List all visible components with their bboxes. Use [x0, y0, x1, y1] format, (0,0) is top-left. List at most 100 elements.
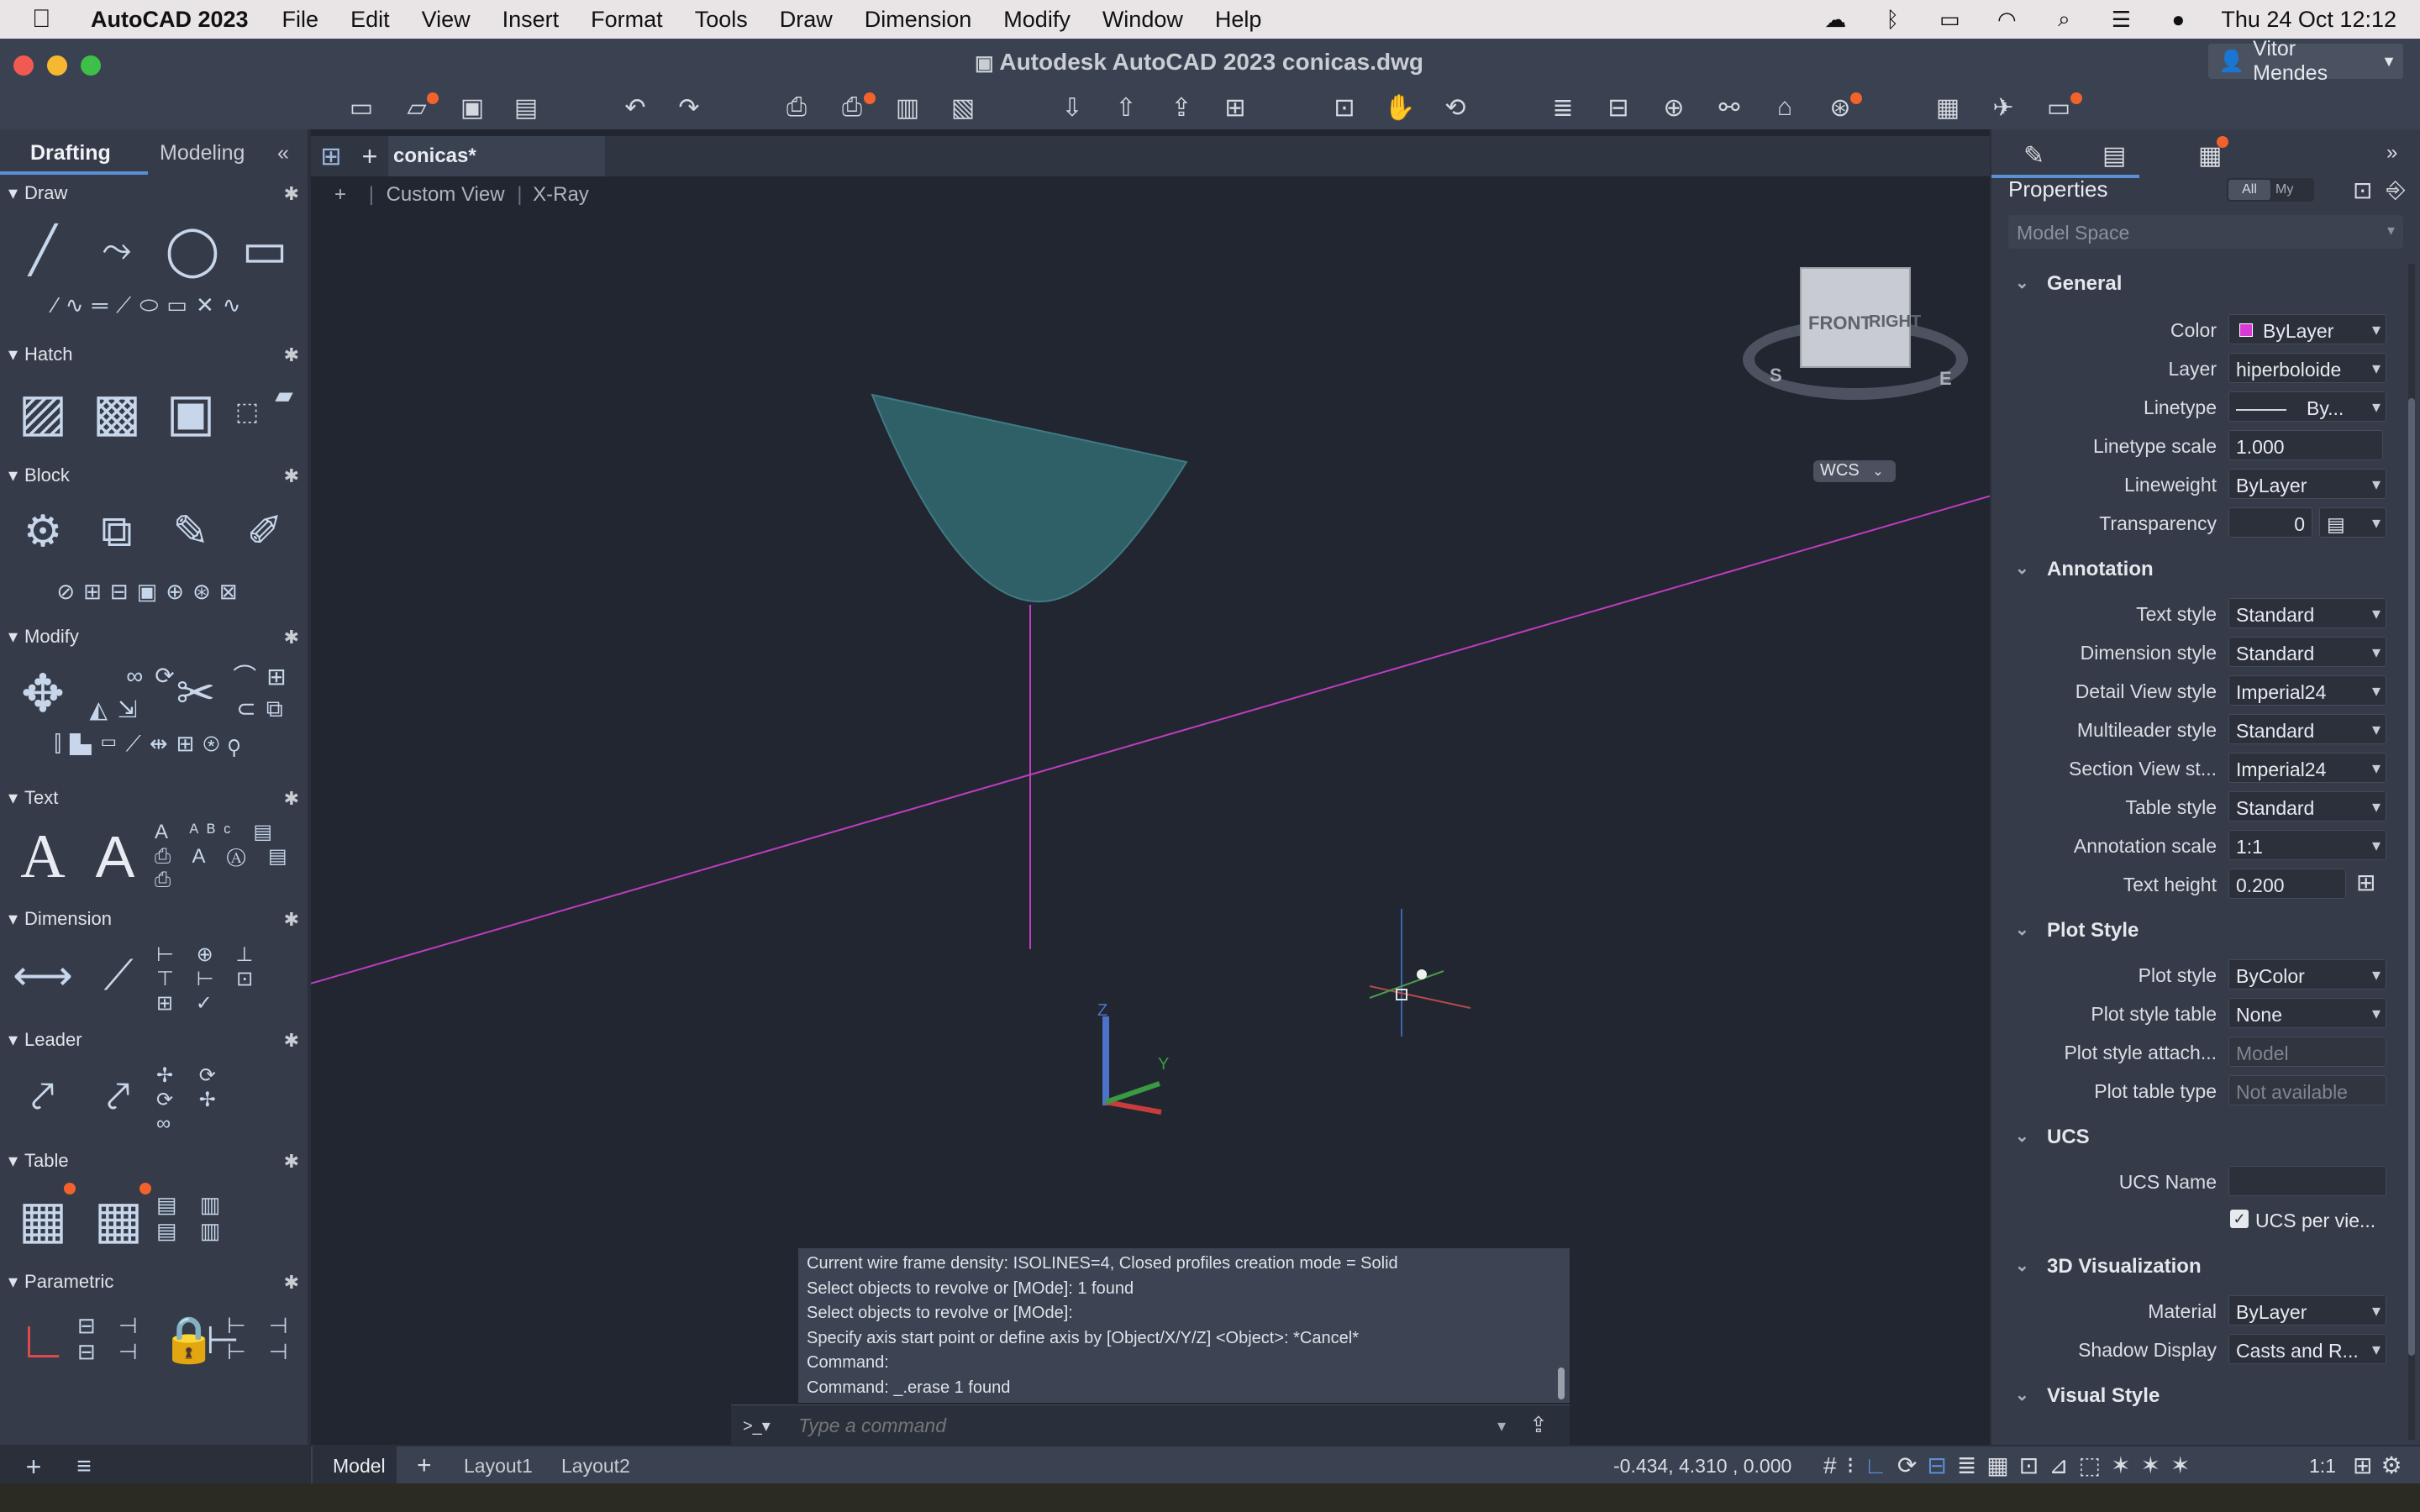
triangle-down-icon[interactable]: ▾	[8, 1150, 18, 1172]
palette-menu-icon[interactable]: ≡	[67, 1450, 101, 1483]
transparency-input[interactable]: 0	[2228, 507, 2312, 538]
geometric-constraint-icon[interactable]: ∟	[12, 1309, 74, 1371]
save-as-icon[interactable]: ▤	[508, 91, 544, 124]
undo-icon[interactable]: ↶	[617, 91, 654, 124]
text-style-icon[interactable]: A	[84, 823, 146, 890]
move-icon[interactable]: ✥	[12, 662, 74, 724]
gear-icon[interactable]: ✱	[284, 1030, 299, 1052]
triangle-down-icon[interactable]: ▾	[8, 908, 18, 930]
mirror-stretch-icons[interactable]: ◭⇲	[81, 692, 156, 726]
table-tools-grid[interactable]: ▤ ▥ ▤ ▥	[156, 1184, 232, 1252]
chevron-down-icon[interactable]: ⌄	[2015, 1255, 2029, 1276]
annotation-scale-display[interactable]: 1:1	[2309, 1455, 2336, 1478]
window-zoom-button[interactable]	[81, 55, 101, 76]
menu-draw[interactable]: Draw	[780, 7, 833, 33]
command-history-scrollbar[interactable]	[1558, 1368, 1565, 1399]
dimension-style-select[interactable]: Standard	[2228, 637, 2386, 667]
triangle-down-icon[interactable]: ▾	[8, 626, 18, 648]
command-input[interactable]	[797, 1410, 1469, 1441]
wcs-menu[interactable]: WCS ⌄	[1813, 460, 1896, 482]
menu-view[interactable]: View	[422, 7, 471, 33]
create-block-icon[interactable]: ⚙	[13, 502, 72, 561]
layout-tab-layout2[interactable]: Layout2	[561, 1455, 630, 1478]
multileader-icon[interactable]: ⤤	[12, 1067, 74, 1126]
zoom-window-icon[interactable]: ⊡	[1326, 91, 1363, 124]
expand-icon[interactable]: »	[2386, 141, 2397, 165]
match-properties-icon[interactable]: ⊟	[1600, 91, 1637, 124]
quick-dimension-icon[interactable]: ⟋	[87, 946, 150, 1005]
linetype-scale-input[interactable]: 1.000	[2228, 430, 2383, 460]
dimension-icon[interactable]: ⟷	[12, 946, 74, 1005]
triangle-down-icon[interactable]: ▾	[8, 1029, 18, 1051]
status-toggles[interactable]: #⁝∟⟳⊟≣▦⊡⊿⬚✶✶✶	[1823, 1452, 2201, 1479]
battery-icon[interactable]: ▭	[1935, 7, 1964, 32]
triangle-down-icon[interactable]: ▾	[8, 465, 18, 486]
text-height-input[interactable]: 0.200	[2228, 869, 2346, 899]
select-objects-icon[interactable]: ⎆	[2386, 176, 2405, 204]
detail-view-style-select[interactable]: Imperial24	[2228, 675, 2386, 706]
purge-icon[interactable]: ⌂	[1766, 91, 1803, 124]
apple-icon[interactable]: 	[32, 5, 66, 34]
chevron-down-icon[interactable]: ⌄	[2015, 272, 2029, 293]
new-file-icon[interactable]: ▭	[343, 91, 380, 124]
offset-array-icons[interactable]: ⊂⧉	[227, 692, 302, 726]
block-small-tools-row[interactable]: ⊘⊞⊟▣⊕⊛⊠	[8, 575, 294, 608]
section-view-style-select[interactable]: Imperial24	[2228, 753, 2386, 783]
hatch-icon[interactable]: ▨	[13, 381, 72, 442]
web-mobile-icon[interactable]: ⊞	[1217, 91, 1254, 124]
tab-modeling[interactable]: Modeling	[160, 141, 245, 165]
table-style-icon[interactable]: ▦	[87, 1188, 150, 1250]
modify-tools-row-3[interactable]: ⫿▙▭⟋⇹⊞⊛⚲	[8, 727, 294, 761]
menu-help[interactable]: Help	[1215, 7, 1262, 33]
chevron-down-icon[interactable]: ⌄	[2015, 1126, 2029, 1147]
orbit-icon[interactable]: ⟲	[1437, 91, 1474, 124]
command-prompt-icon[interactable]: >_▾	[743, 1415, 771, 1436]
rectangle-tool-icon[interactable]: ▭	[235, 220, 294, 279]
boundary-icon[interactable]: ⬚	[230, 378, 264, 445]
viewcube[interactable]: FRONT RIGHT	[1800, 267, 1921, 368]
menu-dimension[interactable]: Dimension	[865, 7, 972, 33]
triangle-down-icon[interactable]: ▾	[8, 182, 18, 204]
annotation-scale-select[interactable]: 1:1	[2228, 830, 2386, 860]
layout-tab-model[interactable]: Model	[313, 1446, 397, 1483]
page-setup-icon[interactable]: ▧	[944, 91, 981, 124]
gradient-icon[interactable]: ▣	[161, 381, 220, 442]
chevron-down-icon[interactable]: ⌄	[2015, 1384, 2029, 1405]
dimension-tools-grid[interactable]: ⊢ ⊕ ⊥ ⊤ ⊢ ⊡ ⊞ ✓	[156, 942, 299, 1015]
viewcube-front[interactable]: FRONT	[1808, 312, 1872, 334]
menu-file[interactable]: File	[282, 7, 319, 33]
collapse-icon[interactable]: «	[277, 141, 289, 165]
pan-icon[interactable]: ✋	[1381, 91, 1418, 124]
trim-icon[interactable]: ✂	[165, 662, 227, 724]
share-icon[interactable]: ⇪	[1163, 91, 1200, 124]
plot-style-select[interactable]: ByColor	[2228, 959, 2386, 990]
triangle-down-icon[interactable]: ▾	[8, 1271, 18, 1293]
gear-icon[interactable]: ✱	[284, 909, 299, 931]
gear-icon[interactable]: ✱	[284, 465, 299, 487]
window-close-button[interactable]	[13, 55, 34, 76]
filter-my-button[interactable]: My	[2275, 182, 2293, 197]
gradient-hatch-icon[interactable]: ▩	[87, 381, 146, 442]
layer-select[interactable]: hiperboloide	[2228, 353, 2386, 383]
add-layout-icon[interactable]: +	[417, 1452, 432, 1480]
layout-tab-layout1[interactable]: Layout1	[464, 1455, 533, 1478]
chevron-down-icon[interactable]: ⌄	[2015, 919, 2029, 940]
multileader-style-select[interactable]: Standard	[2228, 714, 2386, 744]
properties-scrollbar[interactable]	[2408, 264, 2415, 1440]
viewcube-right[interactable]: RIGHT	[1869, 312, 1921, 332]
constraint-tools-grid[interactable]: ⊟ ⊣ ⊟ ⊣	[77, 1305, 153, 1373]
control-center-icon[interactable]: ☰	[2107, 7, 2135, 32]
quick-select-icon[interactable]: ⊡	[2353, 176, 2372, 204]
gear-icon[interactable]: ✱	[284, 1272, 299, 1294]
gear-icon[interactable]: ✱	[284, 344, 299, 366]
modify-tools-row-2[interactable]: ⌒⊞	[227, 659, 302, 692]
publish-icon[interactable]: ▥	[889, 91, 926, 124]
circle-tool-icon[interactable]: ◯	[163, 220, 222, 279]
color-select[interactable]: ByLayer	[2228, 314, 2386, 344]
block-icon[interactable]: ⚯	[1711, 91, 1748, 124]
multiline-text-icon[interactable]: A	[12, 822, 74, 891]
menu-modify[interactable]: Modify	[1003, 7, 1071, 33]
dim-constraint-grid[interactable]: ⊢ ⊣ ⊢ ⊣	[227, 1305, 302, 1373]
line-tool-icon[interactable]: ╱	[15, 220, 71, 279]
user-account-button[interactable]: 👤 Vitor Mendes ▼	[2208, 37, 2403, 85]
